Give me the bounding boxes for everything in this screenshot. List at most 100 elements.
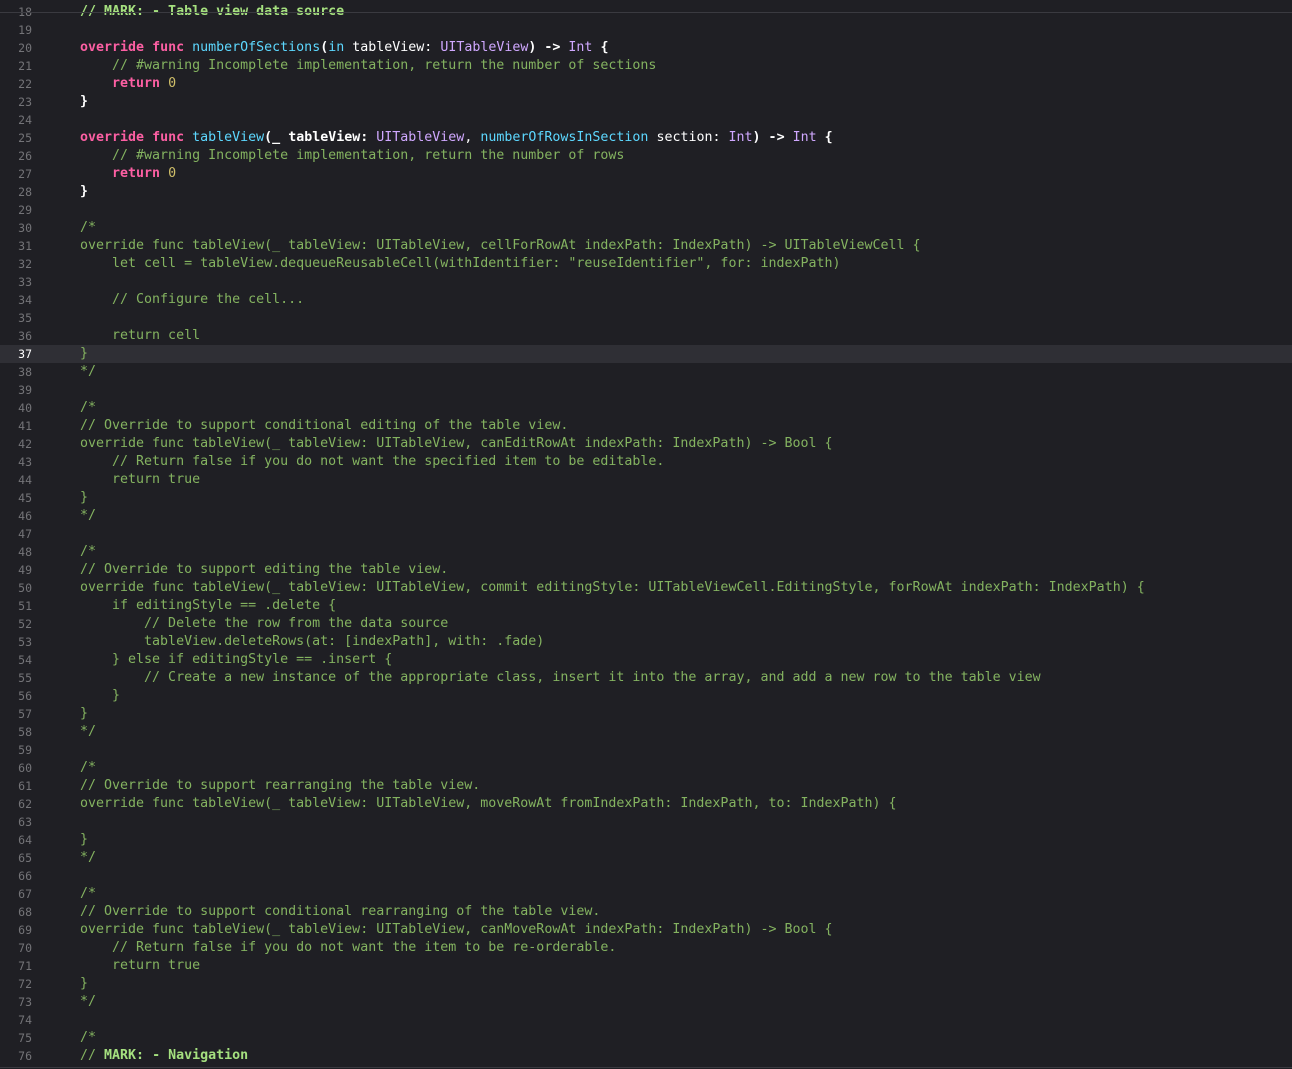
code-line[interactable]: 36 return cell: [0, 327, 1292, 345]
code-line[interactable]: 22 return 0: [0, 75, 1292, 93]
token-type: Int: [792, 130, 817, 145]
code-line[interactable]: 59: [0, 741, 1292, 759]
line-code: return 0: [80, 75, 176, 93]
code-line[interactable]: 60 /*: [0, 759, 1292, 777]
code-line[interactable]: 64}: [0, 831, 1292, 849]
code-line[interactable]: 20 override func numberOfSections(in tabl…: [0, 39, 1292, 57]
code-line[interactable]: 33: [0, 273, 1292, 291]
code-line[interactable]: 71 return true: [0, 957, 1292, 975]
line-number: 64: [18, 833, 32, 847]
code-line[interactable]: 48 /*: [0, 543, 1292, 561]
code-line[interactable]: 32 let cell = tableView.dequeueReusableC…: [0, 255, 1292, 273]
code-line[interactable]: 67 /*: [0, 885, 1292, 903]
line-number: 22: [18, 77, 32, 91]
code-editor[interactable]: 1718// MARK: - Table view data source192…: [0, 0, 1292, 1069]
line-number: 26: [18, 149, 32, 163]
line-number: 49: [18, 563, 32, 577]
code-line[interactable]: 56 }: [0, 687, 1292, 705]
code-line[interactable]: 76 // MARK: - Navigation: [0, 1047, 1292, 1065]
code-line[interactable]: 35: [0, 309, 1292, 327]
line-number: 63: [18, 815, 32, 829]
code-line[interactable]: 25 override func tableView(_ tableView: U…: [0, 129, 1292, 147]
token-commented-code: */: [80, 364, 97, 379]
line-number: 21: [18, 59, 32, 73]
line-code: /*: [80, 219, 96, 237]
top-divider: [0, 12, 1292, 13]
code-line[interactable]: 54 } else if editingStyle == .insert {: [0, 651, 1292, 669]
line-code: // Return false if you do not want the s…: [80, 453, 664, 471]
code-line[interactable]: 73 */: [0, 993, 1292, 1011]
code-line[interactable]: 29: [0, 201, 1292, 219]
code-line[interactable]: 46 */: [0, 507, 1292, 525]
code-line[interactable]: 43 // Return false if you do not want th…: [0, 453, 1292, 471]
code-line[interactable]: 68 // Override to support conditional rea…: [0, 903, 1292, 921]
code-line[interactable]: 21 // #warning Incomplete implementation…: [0, 57, 1292, 75]
code-line[interactable]: 50 override func tableView(_ tableView: U…: [0, 579, 1292, 597]
code-line[interactable]: 55 // Create a new instance of the appro…: [0, 669, 1292, 687]
code-line[interactable]: 52 // Delete the row from the data sourc…: [0, 615, 1292, 633]
code-line[interactable]: 61 // Override to support rearranging the…: [0, 777, 1292, 795]
token-type: UITableView: [376, 130, 465, 145]
line-code: override func tableView(_ tableView: UIT…: [80, 129, 833, 147]
line-code: // Delete the row from the data source: [80, 615, 448, 633]
line-code: // MARK: - Navigation: [80, 1047, 248, 1065]
code-line[interactable]: 58 */: [0, 723, 1292, 741]
line-number: 56: [18, 689, 32, 703]
code-line[interactable]: 30 /*: [0, 219, 1292, 237]
code-line[interactable]: 39: [0, 381, 1292, 399]
line-number: 39: [18, 383, 32, 397]
line-number: 23: [18, 95, 32, 109]
token-plain: ) ->: [752, 130, 793, 145]
code-line[interactable]: 69 override func tableView(_ tableView: U…: [0, 921, 1292, 939]
code-line[interactable]: 37}: [0, 345, 1292, 363]
code-line[interactable]: 40 /*: [0, 399, 1292, 417]
line-code: */: [80, 993, 96, 1011]
code-line[interactable]: 19: [0, 21, 1292, 39]
line-number: 19: [18, 23, 32, 37]
code-line[interactable]: 45}: [0, 489, 1292, 507]
line-number: 38: [18, 365, 32, 379]
bottom-divider: [0, 1067, 1292, 1068]
token-commented-code: */: [80, 994, 97, 1009]
code-line[interactable]: 47: [0, 525, 1292, 543]
token-commented-code: }: [80, 346, 89, 361]
line-code: // Override to support conditional editi…: [80, 417, 568, 435]
code-line[interactable]: 72}: [0, 975, 1292, 993]
code-line[interactable]: 53 tableView.deleteRows(at: [indexPath],…: [0, 633, 1292, 651]
token-commented-code: // Override to support editing the table…: [80, 562, 449, 577]
code-line[interactable]: 57}: [0, 705, 1292, 723]
code-line[interactable]: 28}: [0, 183, 1292, 201]
code-line[interactable]: 49 // Override to support editing the tab…: [0, 561, 1292, 579]
line-number: 70: [18, 941, 32, 955]
code-line[interactable]: 31 override func tableView(_ tableView: U…: [0, 237, 1292, 255]
line-code: override func tableView(_ tableView: UIT…: [80, 435, 833, 453]
code-line[interactable]: 65 */: [0, 849, 1292, 867]
token-plain: ,: [464, 130, 481, 145]
line-number: 74: [18, 1013, 32, 1027]
code-line[interactable]: 27 return 0: [0, 165, 1292, 183]
code-line[interactable]: 42 override func tableView(_ tableView: U…: [0, 435, 1292, 453]
line-number: 33: [18, 275, 32, 289]
code-line[interactable]: 62 override func tableView(_ tableView: U…: [0, 795, 1292, 813]
code-line[interactable]: 66: [0, 867, 1292, 885]
code-line[interactable]: 44 return true: [0, 471, 1292, 489]
token-keyword: override: [80, 40, 145, 55]
source-lines: 1718// MARK: - Table view data source192…: [0, 0, 1292, 1065]
line-number: 44: [18, 473, 32, 487]
code-line[interactable]: 70 // Return false if you do not want th…: [0, 939, 1292, 957]
token-keyword: return: [112, 166, 161, 181]
line-number: 41: [18, 419, 32, 433]
code-line[interactable]: 23}: [0, 93, 1292, 111]
line-code: // Override to support rearranging the t…: [80, 777, 480, 795]
code-line[interactable]: 34 // Configure the cell...: [0, 291, 1292, 309]
code-line[interactable]: 63: [0, 813, 1292, 831]
token-commented-code: // Return false if you do not want the i…: [80, 940, 617, 955]
line-number: 37: [18, 347, 32, 361]
code-line[interactable]: 26 // #warning Incomplete implementation…: [0, 147, 1292, 165]
code-line[interactable]: 24: [0, 111, 1292, 129]
code-line[interactable]: 51 if editingStyle == .delete {: [0, 597, 1292, 615]
code-line[interactable]: 41 // Override to support conditional edi…: [0, 417, 1292, 435]
code-line[interactable]: 74: [0, 1011, 1292, 1029]
code-line[interactable]: 75 /*: [0, 1029, 1292, 1047]
code-line[interactable]: 38 */: [0, 363, 1292, 381]
